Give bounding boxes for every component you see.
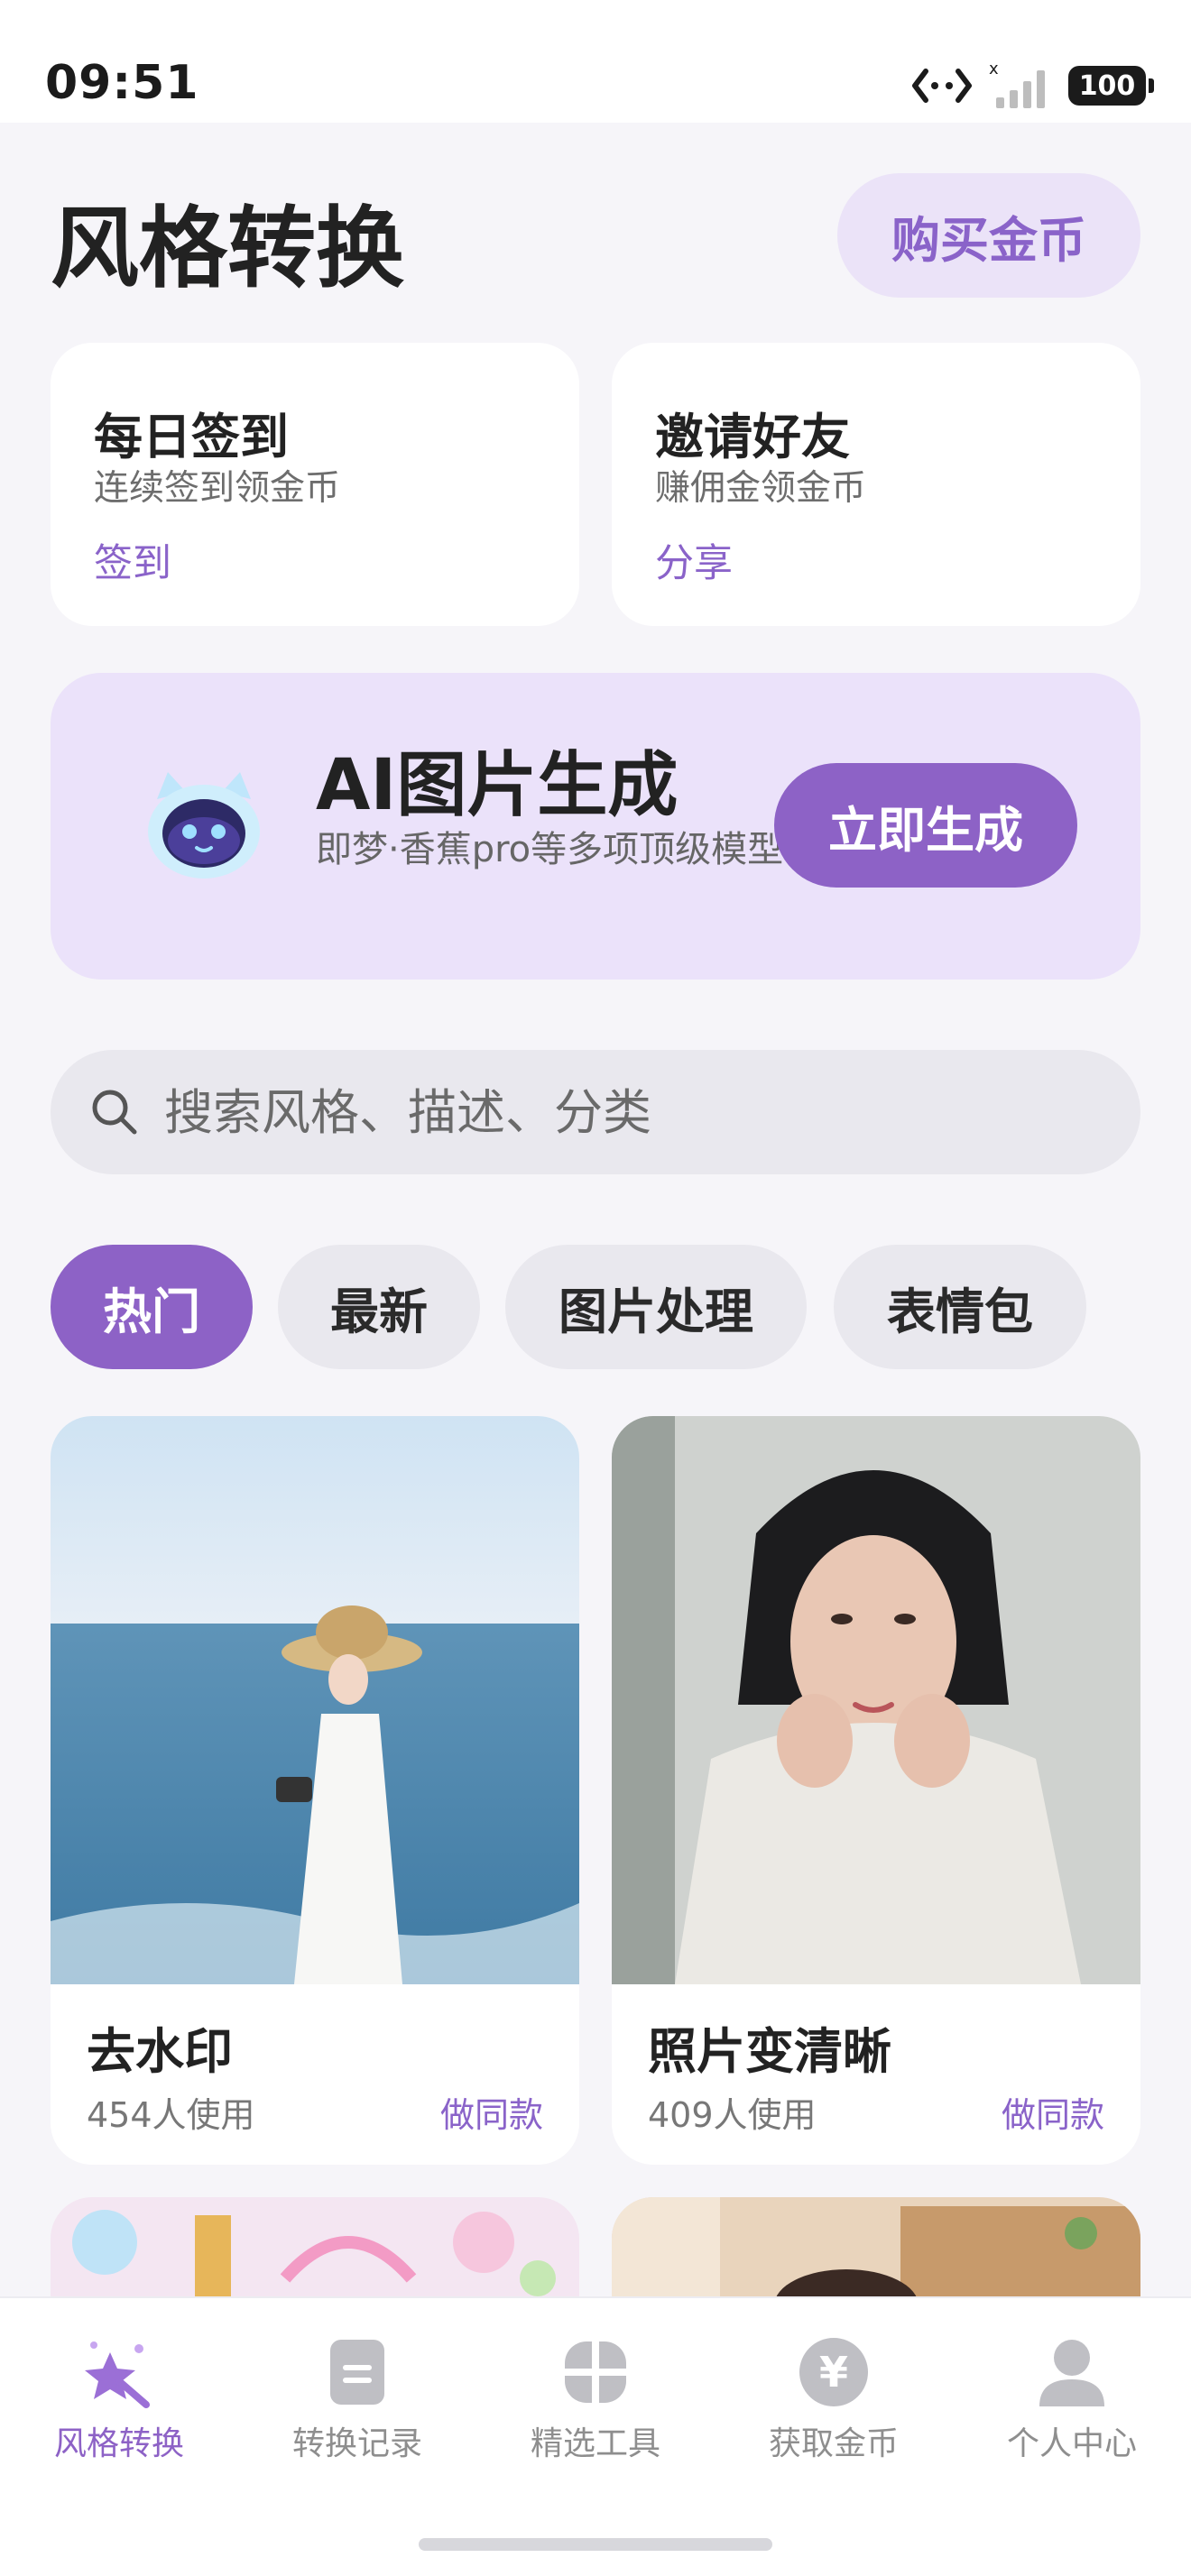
search-icon <box>92 1090 137 1135</box>
banner-subtitle: 即梦·香蕉pro等多项顶级模型 <box>316 829 784 870</box>
page-title: 风格转换 <box>51 198 405 300</box>
bottom-navigation: 风格转换 转换记录 精选工具 ¥ 获取金币 个人中心 <box>0 2296 1191 2576</box>
nav-label: 精选工具 <box>530 2425 660 2462</box>
tab-stickers[interactable]: 表情包 <box>834 1245 1086 1369</box>
svg-text:¥: ¥ <box>819 2348 848 2397</box>
document-icon <box>330 2340 384 2405</box>
make-same-link[interactable]: 做同款 <box>1002 2087 1104 2137</box>
grid-tools-icon <box>565 2341 626 2403</box>
nav-label: 获取金币 <box>768 2425 899 2462</box>
battery-indicator: 100 <box>1068 66 1154 106</box>
style-card-doodle-preview[interactable] <box>51 2197 579 2305</box>
nav-label: 个人中心 <box>1006 2425 1137 2462</box>
card-title: 邀请好友 <box>655 409 850 465</box>
share-link[interactable]: 分享 <box>655 532 733 588</box>
nav-profile[interactable]: 个人中心 <box>953 2298 1191 2479</box>
robot-cat-mascot-icon <box>148 772 260 879</box>
indoor-photo-image <box>612 2197 1140 2305</box>
card-title: 每日签到 <box>94 409 289 465</box>
tab-image-processing[interactable]: 图片处理 <box>505 1245 807 1369</box>
checkin-link[interactable]: 签到 <box>94 532 171 588</box>
usage-count: 409人使用 <box>648 2095 817 2135</box>
person-icon <box>1039 2340 1104 2406</box>
data-transfer-icon <box>912 69 972 103</box>
svg-text:x: x <box>989 61 999 78</box>
nav-label: 转换记录 <box>291 2425 422 2462</box>
nav-featured-tools[interactable]: 精选工具 <box>476 2298 715 2479</box>
signal-icon: x <box>989 61 1045 108</box>
status-icons: x 100 <box>911 60 1154 112</box>
search-input[interactable] <box>164 1050 1066 1174</box>
beach-photo-image <box>51 1416 579 1984</box>
usage-count: 454人使用 <box>87 2095 255 2135</box>
ai-image-banner[interactable]: AI图片生成 即梦·香蕉pro等多项顶级模型 立即生成 <box>51 673 1140 980</box>
card-subtitle: 赚佣金领金币 <box>655 468 867 509</box>
magic-star-icon <box>85 2341 150 2408</box>
nav-style-transform[interactable]: 风格转换 <box>0 2298 238 2479</box>
tile-title: 去水印 <box>87 2023 233 2080</box>
style-card-portrait-preview[interactable] <box>612 2197 1140 2305</box>
buy-coins-button[interactable]: 购买金币 <box>837 173 1140 298</box>
yuan-coin-icon: ¥ <box>799 2338 868 2406</box>
make-same-link[interactable]: 做同款 <box>440 2087 543 2137</box>
invite-friends-card[interactable]: 邀请好友 赚佣金领金币 分享 <box>612 343 1140 626</box>
banner-title: AI图片生成 <box>316 745 679 826</box>
doodle-art-image <box>51 2197 579 2305</box>
status-time: 09:51 <box>45 56 199 110</box>
home-indicator[interactable] <box>419 2538 772 2551</box>
daily-checkin-card[interactable]: 每日签到 连续签到领金币 签到 <box>51 343 579 626</box>
status-bar: 09:51 x 100 <box>0 0 1191 123</box>
generate-now-button[interactable]: 立即生成 <box>774 763 1077 888</box>
card-subtitle: 连续签到领金币 <box>94 468 341 509</box>
tab-latest[interactable]: 最新 <box>278 1245 480 1369</box>
style-card-remove-watermark[interactable]: 去水印 454人使用 做同款 <box>51 1416 579 2165</box>
nav-label: 风格转换 <box>53 2425 184 2462</box>
nav-conversion-history[interactable]: 转换记录 <box>238 2298 476 2479</box>
search-bar[interactable] <box>51 1050 1140 1174</box>
tab-hot[interactable]: 热门 <box>51 1245 253 1369</box>
nav-get-coins[interactable]: ¥ 获取金币 <box>715 2298 953 2479</box>
portrait-photo-image <box>612 1416 1140 1984</box>
tile-title: 照片变清晰 <box>648 2023 891 2080</box>
style-card-photo-enhance[interactable]: 照片变清晰 409人使用 做同款 <box>612 1416 1140 2165</box>
